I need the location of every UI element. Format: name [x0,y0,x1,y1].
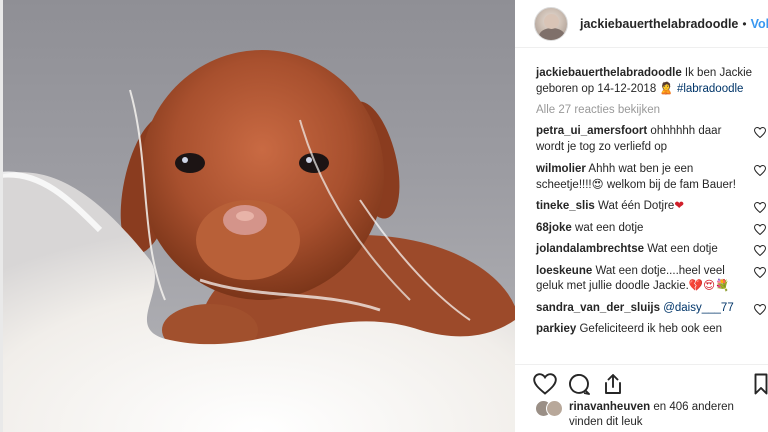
comment-username[interactable]: 68joke [536,222,572,234]
comment-username[interactable]: petra_ui_amersfoort [536,125,647,137]
heart-outline-icon[interactable] [533,372,557,396]
avatar-face [544,13,559,29]
liker-avatar[interactable] [546,400,563,417]
comment-mention[interactable]: @daisy___77 [663,302,734,314]
post-header: jackiebauerthelabradoodle • Volgen [515,0,768,48]
like-comment-heart-icon[interactable] [754,127,766,138]
woman-icon: 🙎 [659,82,674,95]
comment-text: Gefeliciteerd ik heb ook een [579,323,723,335]
comment: wilmolier Ahhh wat ben je een scheetje!!… [536,162,768,193]
share-icon[interactable] [601,372,625,396]
comment: tineke_slis Wat één Dotjre❤ [536,199,768,215]
like-comment-heart-icon[interactable] [754,165,766,176]
post-photo[interactable] [0,0,515,432]
likes-line2: vinden dit leuk [569,415,643,428]
post-caption: jackiebauerthelabradoodle Ik ben Jackie … [536,66,768,97]
like-comment-heart-icon[interactable] [754,223,766,235]
likes-rest[interactable]: en 406 anderen [650,401,734,413]
header-separator: • [742,16,747,31]
puppy-photo [0,50,515,432]
photo-edge [0,0,3,432]
comment: 68joke wat een dotje [536,221,768,237]
like-comment-heart-icon[interactable] [754,202,766,213]
post-actions-bar [515,364,768,402]
comment-username[interactable]: loeskeune [536,265,592,277]
comment: loeskeune Wat een dotje....heel veel gel… [536,264,768,295]
comment-text-2: welkom bij de fam Bauer! [603,178,736,191]
comment-text: Wat één Dotjre [598,200,675,212]
like-comment-heart-icon[interactable] [754,245,766,256]
comments-section: jackiebauerthelabradoodle Ik ben Jackie … [536,66,768,338]
caption-username[interactable]: jackiebauerthelabradoodle [536,67,682,79]
heart-emojis-icon: 💔😍💐 [688,280,730,292]
view-all-comments-link[interactable]: Alle 27 reacties bekijken [536,104,768,116]
comment-username[interactable]: jolandalambrechtse [536,243,644,255]
likes-first-user[interactable]: rinavanheuven [569,401,650,413]
avatar[interactable] [534,6,568,41]
comment: petra_ui_amersfoort ohhhhhh daar wordt j… [536,124,768,155]
red-heart-icon: ❤ [674,200,684,212]
comment-username[interactable]: wilmolier [536,163,586,175]
comment-username[interactable]: sandra_van_der_sluijs [536,302,660,314]
post-side-panel: jackiebauerthelabradoodle • Volgen jacki… [515,0,768,432]
comment: parkiey Gefeliciteerd ik heb ook een [536,322,768,338]
comment-text: wat een dotje [575,221,644,234]
avatar-body [539,27,565,40]
caption-hashtag[interactable]: #labradoodle [677,83,744,95]
like-comment-heart-icon[interactable] [754,303,766,315]
header-username[interactable]: jackiebauerthelabradoodle [580,17,738,31]
bookmark-icon[interactable] [754,373,768,395]
likes-summary: rinavanheuven en 406 anderen vinden dit … [535,400,765,429]
heart-eyes-icon: 😍 [591,178,604,191]
comment: jolandalambrechtse Wat een dotje [536,242,768,258]
likes-text: rinavanheuven en 406 anderen vinden dit … [569,400,734,429]
comment-bubble-icon[interactable] [567,372,591,396]
like-comment-heart-icon[interactable] [754,266,766,278]
comment: sandra_van_der_sluijs @daisy___77 [536,301,768,317]
comment-text: Wat een dotje [647,243,718,255]
follow-button[interactable]: Volgen [751,17,768,31]
comment-username[interactable]: tineke_slis [536,200,595,212]
comment-username[interactable]: parkiey [536,323,576,335]
